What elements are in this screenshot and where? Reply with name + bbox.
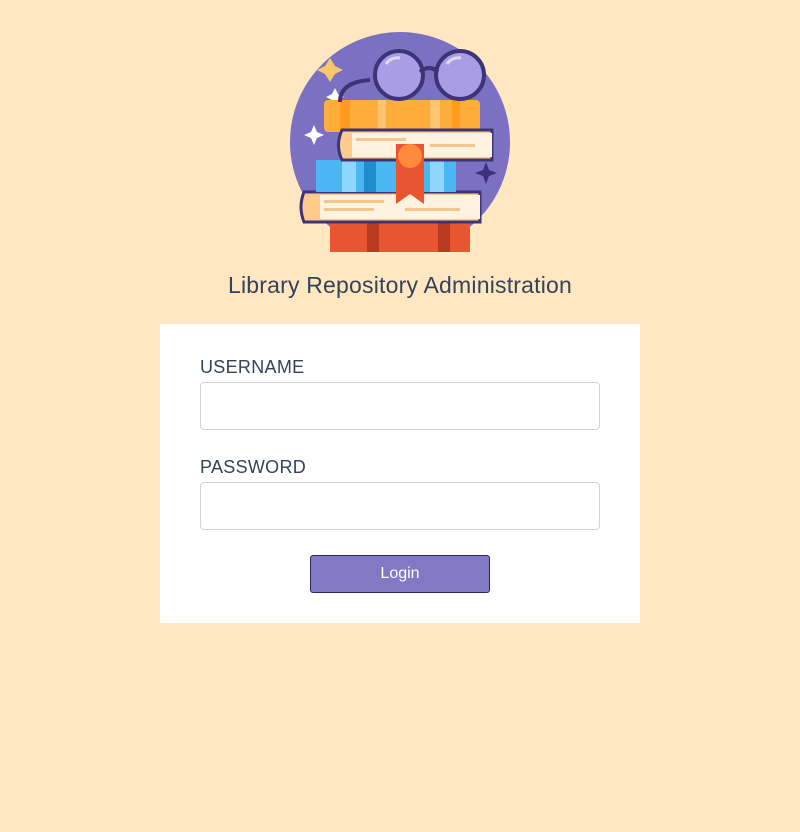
password-label: PASSWORD xyxy=(200,457,307,477)
login-card: USERNAME PASSWORD Login xyxy=(160,324,640,623)
username-label: USERNAME xyxy=(200,357,305,377)
username-field[interactable] xyxy=(200,382,600,430)
books-and-glasses-icon xyxy=(290,32,510,252)
page-title: Library Repository Administration xyxy=(227,272,573,298)
password-field[interactable] xyxy=(200,482,600,530)
login-page: Library Repository Administration USERNA… xyxy=(0,0,800,832)
login-button[interactable]: Login xyxy=(310,555,490,593)
